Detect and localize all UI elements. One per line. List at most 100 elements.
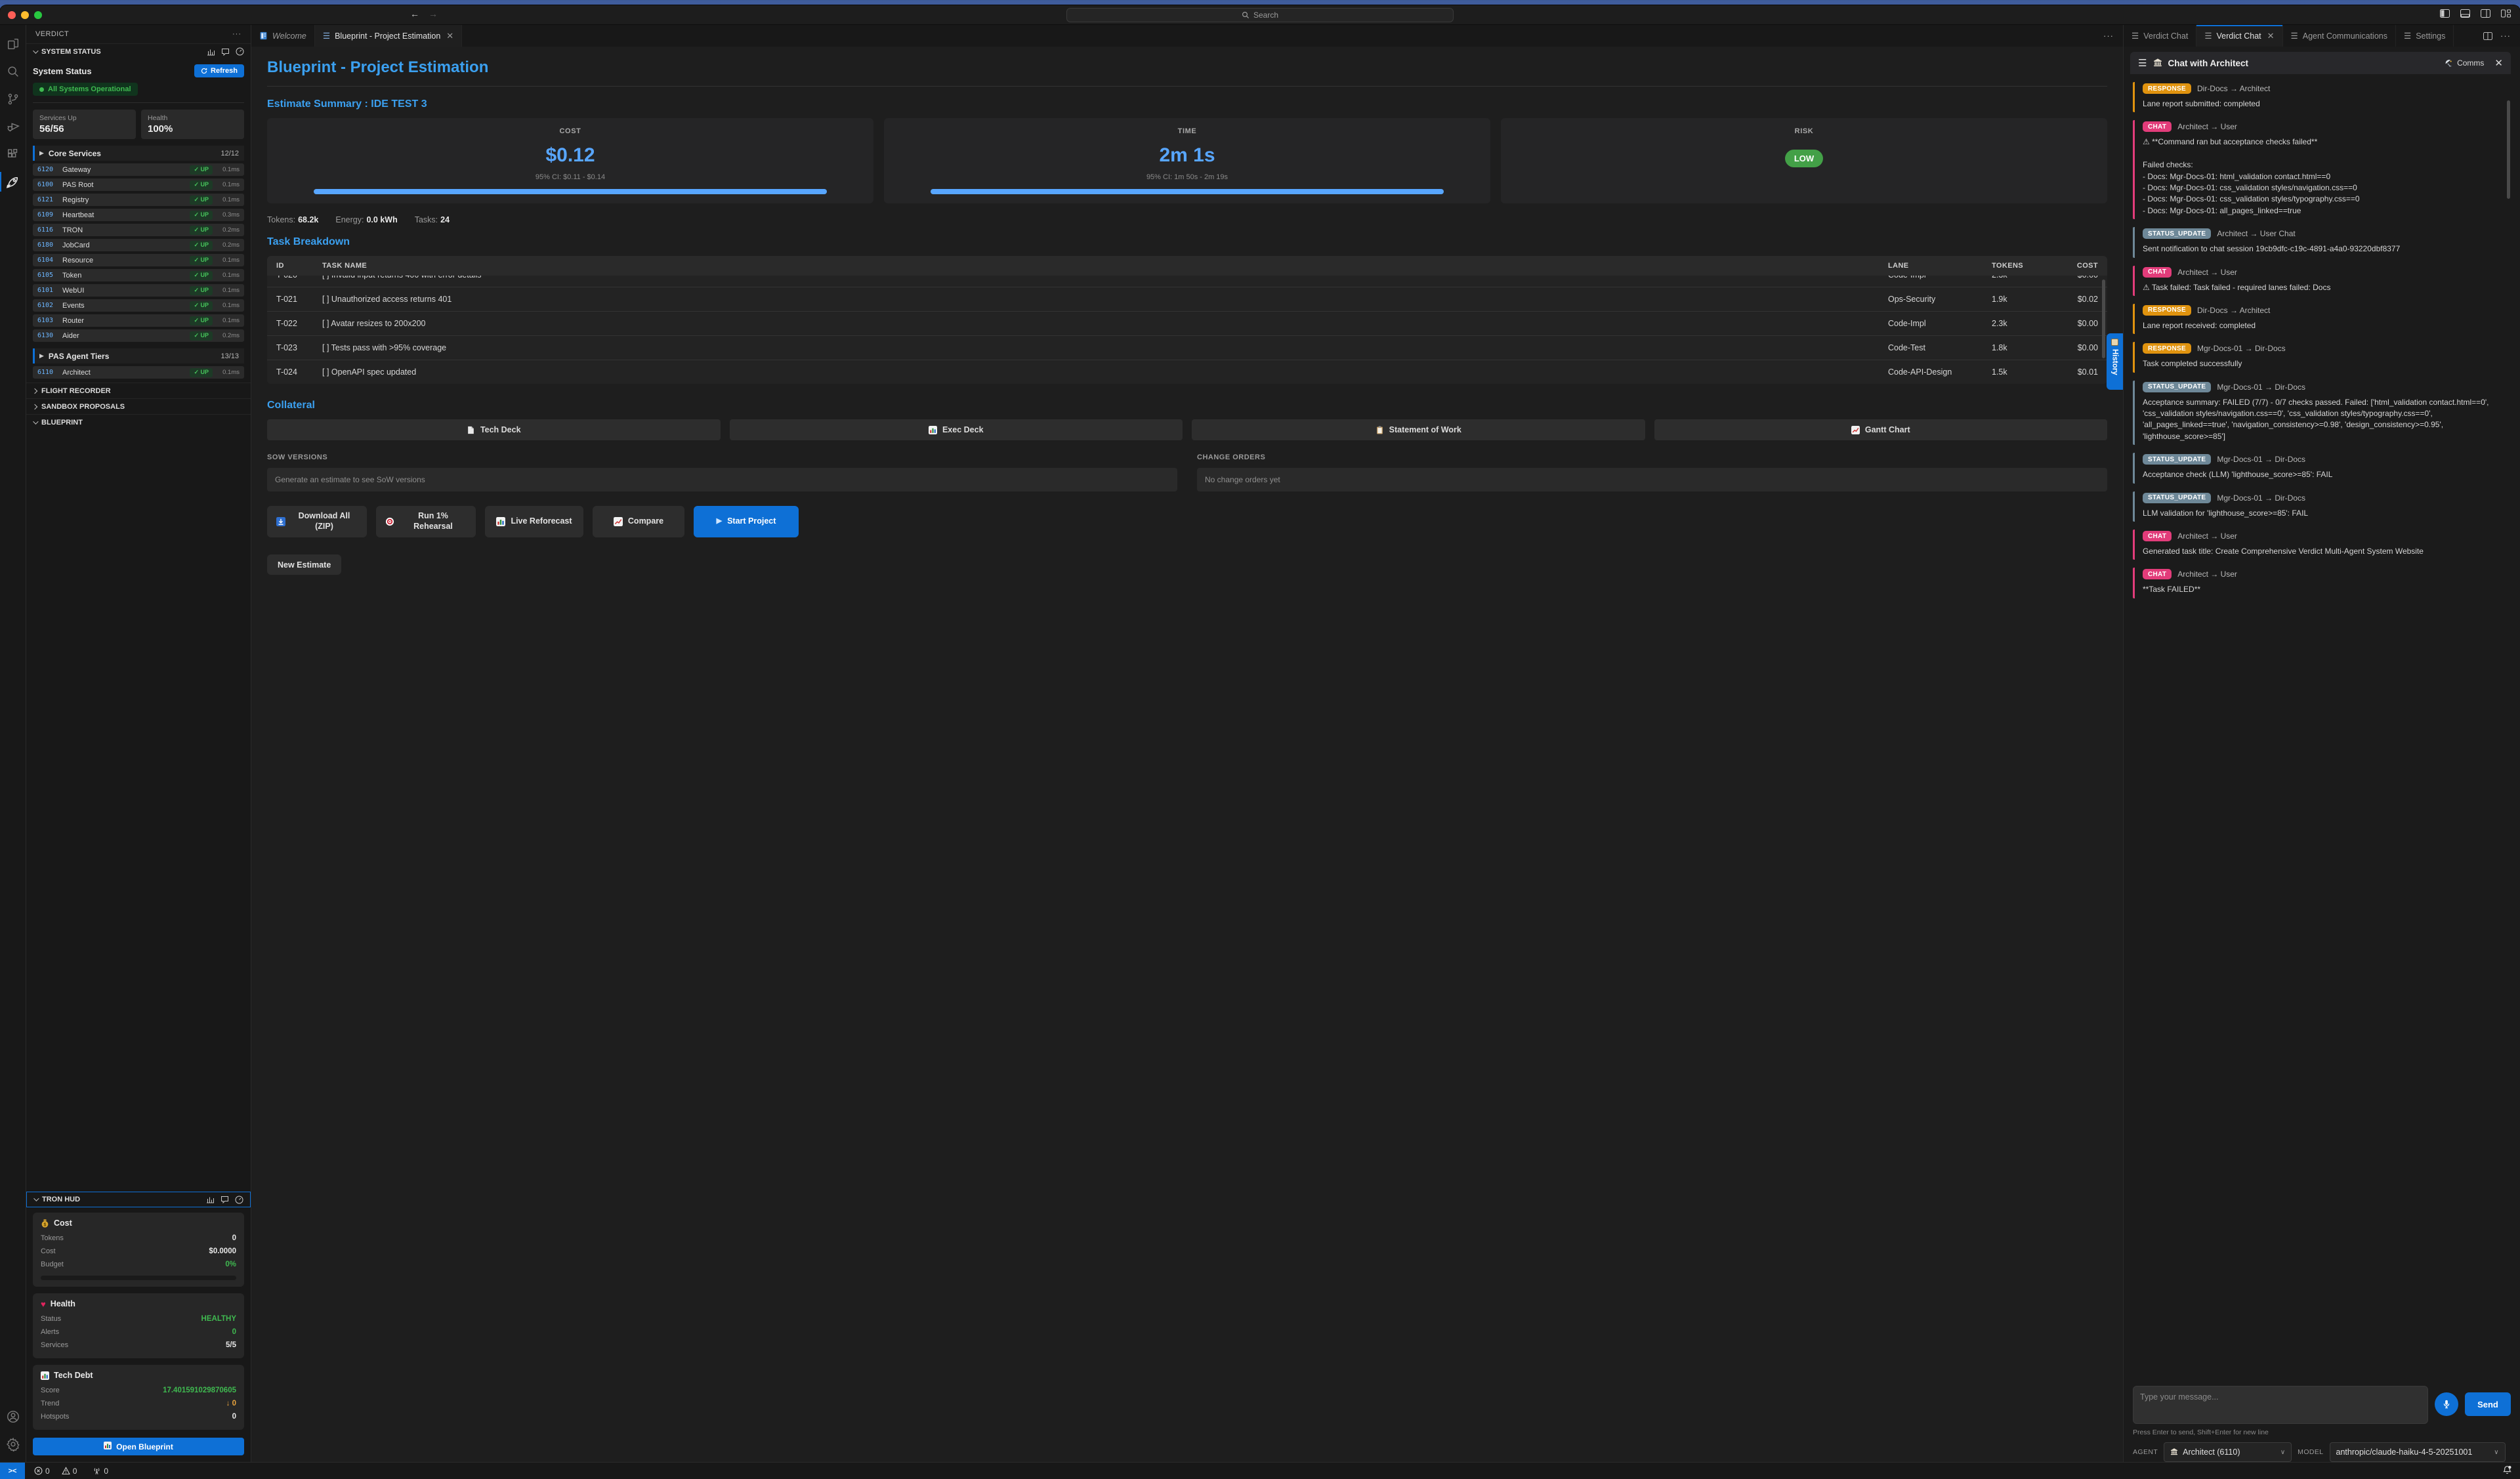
errors-status[interactable]: 0 [34,1467,50,1476]
explorer-icon[interactable] [0,30,26,58]
toggle-sidebar-icon[interactable] [2440,9,2450,18]
bar-chart-mini-icon[interactable] [206,1196,215,1203]
service-row[interactable]: 6103 Router ✓ UP 0.1ms [33,314,244,327]
task-tokens: 2.3k [1992,276,2046,280]
close-tab-icon[interactable]: ✕ [2267,31,2275,41]
gauge-mini-icon[interactable] [236,47,244,56]
tab-blueprint-project-estimation[interactable]: ☰ Blueprint - Project Estimation ✕ [315,25,462,47]
service-row[interactable]: 6109 Heartbeat ✓ UP 0.3ms [33,209,244,221]
table-row[interactable]: T-020 [ ] Invalid input returns 400 with… [267,276,2107,287]
comms-button[interactable]: Comms [2445,58,2484,68]
split-editor-icon[interactable] [2483,32,2492,40]
toggle-secondary-sidebar-icon[interactable] [2481,9,2490,18]
tech-deck-button[interactable]: Tech Deck [267,419,721,440]
run-1-rehearsal-button[interactable]: Run 1% Rehearsal [376,506,476,537]
service-group-header[interactable]: ▶ Core Services 12/12 [33,146,244,161]
message-route: Architect → User [2177,122,2237,131]
broadcast-status[interactable]: 0 [93,1467,108,1476]
service-row[interactable]: 6100 PAS Root ✓ UP 0.1ms [33,178,244,191]
tab-settings[interactable]: ☰ Settings [2396,25,2454,47]
service-port: 6100 [37,181,57,188]
minimize-window-button[interactable] [21,11,29,19]
tab-welcome[interactable]: Welcome [251,25,315,47]
editor-more-actions-icon[interactable]: ··· [2103,31,2114,41]
compare-button[interactable]: Compare [593,506,684,537]
service-row[interactable]: 6110 Architect ✓ UP 0.1ms [33,366,244,379]
history-tab[interactable]: History [2107,333,2123,390]
settings-gear-icon[interactable] [0,1430,26,1458]
close-tab-icon[interactable]: ✕ [446,31,453,41]
bar-chart-mini-icon[interactable] [207,48,215,56]
account-icon[interactable] [0,1403,26,1430]
model-select[interactable]: anthropic/claude-haiku-4-5-20251001 ∨ [2330,1442,2506,1462]
task-cost: $0.00 [2051,343,2098,352]
close-chat-icon[interactable]: ✕ [2494,57,2503,69]
gantt-chart-button[interactable]: Gantt Chart [1654,419,2108,440]
customize-layout-icon[interactable] [2501,9,2511,18]
service-row[interactable]: 6102 Events ✓ UP 0.1ms [33,299,244,312]
service-row[interactable]: 6101 WebUI ✓ UP 0.1ms [33,284,244,297]
close-window-button[interactable] [8,11,16,19]
comment-mini-icon[interactable] [221,48,230,56]
send-button[interactable]: Send [2465,1392,2511,1416]
hud-card-tech-debt: Tech Debt Score 17.401591029870605 Trend… [33,1365,244,1430]
blueprint-page: Blueprint - Project Estimation Estimate … [251,47,2123,1462]
button-label: Gantt Chart [1865,425,1910,434]
panel-more-actions-icon[interactable]: ··· [2500,31,2511,41]
table-row[interactable]: T-023 [ ] Tests pass with >95% coverage … [267,335,2107,360]
service-row[interactable]: 6104 Resource ✓ UP 0.1ms [33,254,244,266]
service-group-header[interactable]: ▶ PAS Agent Tiers 13/13 [33,348,244,364]
warnings-status[interactable]: 0 [62,1467,77,1476]
refresh-button[interactable]: Refresh [194,64,244,77]
verdict-rocket-icon[interactable] [0,168,26,196]
exec-deck-button[interactable]: Exec Deck [730,419,1183,440]
service-row[interactable]: 6121 Registry ✓ UP 0.1ms [33,194,244,206]
section-tron-hud[interactable]: TRON HUD [26,1192,251,1207]
start-project-button[interactable]: ▶Start Project [694,506,799,537]
table-scrollbar[interactable] [2102,280,2105,358]
menu-icon[interactable]: ☰ [2138,57,2147,69]
forward-icon[interactable]: → [429,9,438,19]
comment-mini-icon[interactable] [220,1196,229,1203]
service-row[interactable]: 6116 TRON ✓ UP 0.2ms [33,224,244,236]
section-sandbox-proposals[interactable]: SANDBOX PROPOSALS [26,398,251,414]
download-all-zip--button[interactable]: Download All (ZIP) [267,506,367,537]
statement-of-work-button[interactable]: Statement of Work [1192,419,1645,440]
section-blueprint[interactable]: BLUEPRINT [26,414,251,430]
message-body: LLM validation for 'lighthouse_score>=85… [2143,508,2500,519]
toggle-panel-icon[interactable] [2460,9,2470,18]
open-blueprint-button[interactable]: Open Blueprint [33,1438,244,1455]
service-row[interactable]: 6180 JobCard ✓ UP 0.2ms [33,239,244,251]
new-estimate-button[interactable]: New Estimate [267,554,341,575]
service-row[interactable]: 6120 Gateway ✓ UP 0.1ms [33,163,244,176]
live-reforecast-button[interactable]: Live Reforecast [485,506,583,537]
extensions-icon[interactable] [0,140,26,168]
table-row[interactable]: T-022 [ ] Avatar resizes to 200x200 Code… [267,311,2107,335]
gauge-mini-icon[interactable] [235,1196,243,1204]
list-icon: ☰ [2404,31,2411,41]
source-control-icon[interactable] [0,85,26,113]
back-icon[interactable]: ← [410,9,419,19]
maximize-window-button[interactable] [34,11,42,19]
section-system-status[interactable]: SYSTEM STATUS [26,43,251,59]
search-view-icon[interactable] [0,58,26,85]
hud-card-health: ♥Health Status HEALTHY Alerts 0 Services… [33,1293,244,1358]
table-row[interactable]: T-021 [ ] Unauthorized access returns 40… [267,287,2107,311]
run-debug-icon[interactable] [0,113,26,140]
tab-agent-communications[interactable]: ☰ Agent Communications [2283,25,2396,47]
sidebar-more-actions-icon[interactable]: ··· [232,30,242,38]
remote-indicator[interactable]: >< [0,1463,25,1479]
service-row[interactable]: 6105 Token ✓ UP 0.1ms [33,269,244,281]
tab-verdict-chat[interactable]: ☰ Verdict Chat [2124,25,2196,47]
chat-message-input[interactable] [2133,1386,2428,1424]
table-row[interactable]: T-024 [ ] OpenAPI spec updated Code-API-… [267,360,2107,384]
tab-verdict-chat[interactable]: ☰ Verdict Chat ✕ [2196,25,2282,47]
chat-scrollbar[interactable] [2507,100,2510,199]
agent-select[interactable]: Architect (6110) ∨ [2164,1442,2292,1462]
mic-button[interactable] [2435,1392,2458,1416]
notifications-bell-icon[interactable] [2502,1465,2512,1477]
service-name: Resource [62,257,184,264]
section-flight-recorder[interactable]: FLIGHT RECORDER [26,383,251,398]
search-input[interactable]: Search [1066,8,1454,22]
service-row[interactable]: 6130 Aider ✓ UP 0.2ms [33,329,244,342]
